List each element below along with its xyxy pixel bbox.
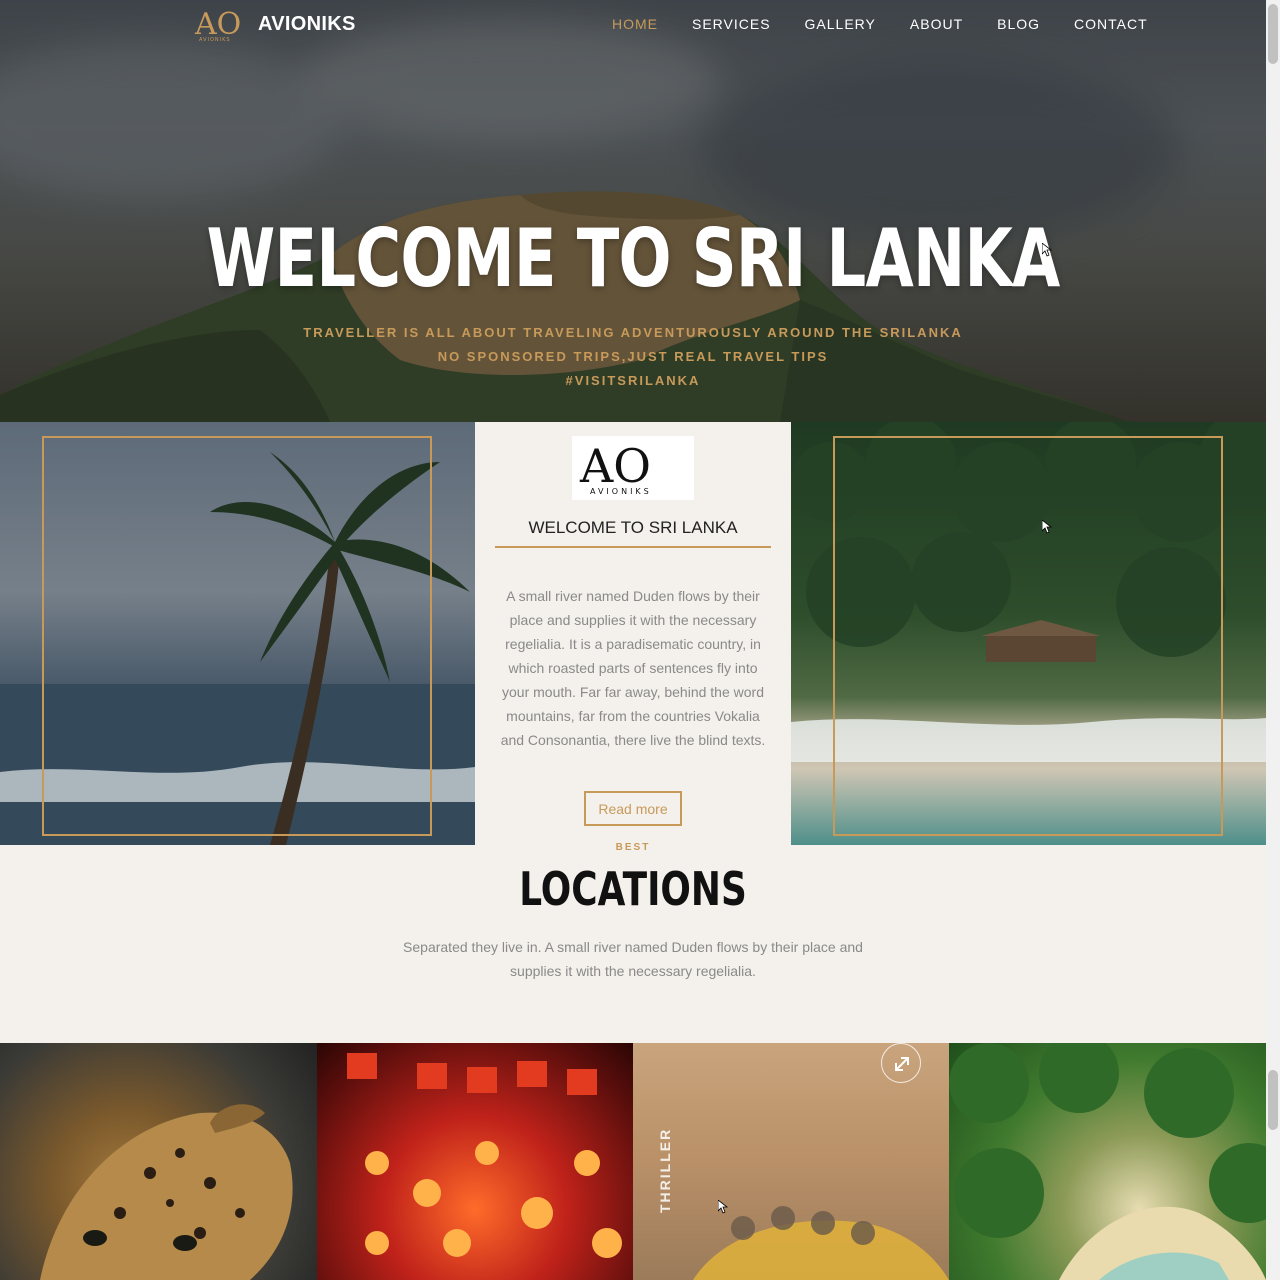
nav-item-blog[interactable]: BLOG xyxy=(997,16,1040,32)
jungle-beach-image xyxy=(791,422,1266,845)
mouse-cursor-icon xyxy=(1042,243,1052,257)
nav-item-about[interactable]: ABOUT xyxy=(910,16,963,32)
hero-title: WELCOME TO SRI LANKA xyxy=(206,212,1060,305)
locations-description: Separated they live in. A small river na… xyxy=(403,939,863,979)
tile-label-thriller: THRILLER xyxy=(657,1127,673,1213)
avioniks-logo: AO AVIONIKS xyxy=(572,436,694,500)
palm-beach-image xyxy=(0,422,475,845)
read-more-button[interactable]: Read more xyxy=(584,791,682,826)
leopard-illustration xyxy=(40,1104,293,1280)
brand-monogram-icon: AO AVIONIKS xyxy=(193,6,250,43)
image-frame-border xyxy=(833,436,1223,836)
hero-section: WELCOME TO SRI LANKA TRAVELLER IS ALL AB… xyxy=(0,0,1266,422)
section-eyebrow: BEST xyxy=(615,842,651,853)
scrollbar-thumb[interactable] xyxy=(1268,4,1278,64)
mouse-cursor-icon xyxy=(718,1200,728,1214)
locations-title: LOCATIONS xyxy=(519,862,747,916)
intro-title: WELCOME TO SRI LANKA xyxy=(495,518,771,548)
location-tile-beach-aerial[interactable] xyxy=(949,1043,1266,1280)
hero-subtitle-line-1: TRAVELLER IS ALL ABOUT TRAVELING ADVENTU… xyxy=(303,325,963,340)
nav-item-services[interactable]: SERVICES xyxy=(692,16,771,32)
brand-monogram-subtext: AVIONIKS xyxy=(199,37,231,42)
top-navbar: AO AVIONIKS AVIONIKS HOME SERVICES GALLE… xyxy=(0,0,1266,50)
mouse-cursor-icon xyxy=(1042,520,1052,534)
lanterns-illustration xyxy=(347,1053,622,1258)
intro-logo-monogram: AO xyxy=(579,439,651,493)
intro-logo-subtext: AVIONIKS xyxy=(590,487,652,496)
location-tile-rafting[interactable]: THRILLER xyxy=(633,1043,949,1280)
brand-name: AVIONIKS xyxy=(258,12,356,35)
intro-text: A small river named Duden flows by their… xyxy=(500,588,766,748)
beach-aerial-illustration xyxy=(949,1043,1266,1280)
location-tile-lanterns[interactable] xyxy=(317,1043,633,1280)
main-menu: HOME SERVICES GALLERY ABOUT BLOG CONTACT xyxy=(612,16,1182,32)
nav-item-home[interactable]: HOME xyxy=(612,16,658,32)
nav-item-gallery[interactable]: GALLERY xyxy=(805,16,876,32)
scrollbar-thumb-secondary[interactable] xyxy=(1268,1070,1278,1130)
expand-icon[interactable] xyxy=(881,1043,921,1083)
image-frame-border xyxy=(42,436,432,836)
nav-item-contact[interactable]: CONTACT xyxy=(1074,16,1148,32)
location-tile-leopard[interactable] xyxy=(0,1043,317,1280)
hero-hashtag: #VISITSRILANKA xyxy=(565,373,701,388)
hero-subtitle-line-2: NO SPONSORED TRIPS,JUST REAL TRAVEL TIPS xyxy=(437,349,829,364)
page-scrollbar[interactable] xyxy=(1266,0,1280,1280)
intro-card: AO AVIONIKS WELCOME TO SRI LANKA A small… xyxy=(475,422,791,845)
brand-logo-link[interactable]: AO AVIONIKS AVIONIKS xyxy=(193,6,356,43)
